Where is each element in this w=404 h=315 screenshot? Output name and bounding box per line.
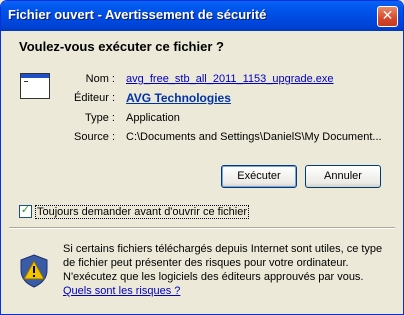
- always-ask-label[interactable]: Toujours demander avant d'ouvrir ce fich…: [35, 205, 249, 219]
- type-label: Type :: [85, 112, 115, 124]
- close-icon: ✕: [381, 8, 394, 24]
- separator: [9, 227, 395, 229]
- risk-warning-text: Si certains fichiers téléchargés depuis …: [63, 242, 383, 298]
- name-label: Nom :: [85, 73, 115, 85]
- close-button[interactable]: ✕: [377, 6, 398, 27]
- publisher-link[interactable]: AVG Technologies: [126, 91, 231, 105]
- type-value: Application: [126, 112, 180, 124]
- source-label: Source :: [74, 131, 115, 143]
- publisher-label: Éditeur :: [74, 92, 115, 104]
- always-ask-checkbox[interactable]: ✓: [19, 203, 32, 218]
- run-button[interactable]: Exécuter: [221, 165, 297, 188]
- file-name-link[interactable]: avg_free_stb_all_2011_1153_upgrade.exe: [126, 73, 334, 85]
- security-shield-warning-icon: [20, 254, 48, 288]
- window-title: Fichier ouvert - Avertissement de sécuri…: [8, 7, 267, 22]
- dialog-question: Voulez-vous exécuter ce fichier ?: [19, 39, 224, 54]
- checkmark-icon: ✓: [20, 203, 31, 216]
- risk-warning-body: Si certains fichiers téléchargés depuis …: [63, 243, 383, 283]
- title-bar[interactable]: Fichier ouvert - Avertissement de sécuri…: [1, 1, 403, 31]
- source-value: C:\Documents and Settings\DanielS\My Doc…: [126, 131, 382, 143]
- risks-link[interactable]: Quels sont les risques ?: [63, 285, 180, 297]
- security-warning-dialog: Fichier ouvert - Avertissement de sécuri…: [0, 0, 404, 315]
- cancel-button[interactable]: Annuler: [305, 165, 381, 188]
